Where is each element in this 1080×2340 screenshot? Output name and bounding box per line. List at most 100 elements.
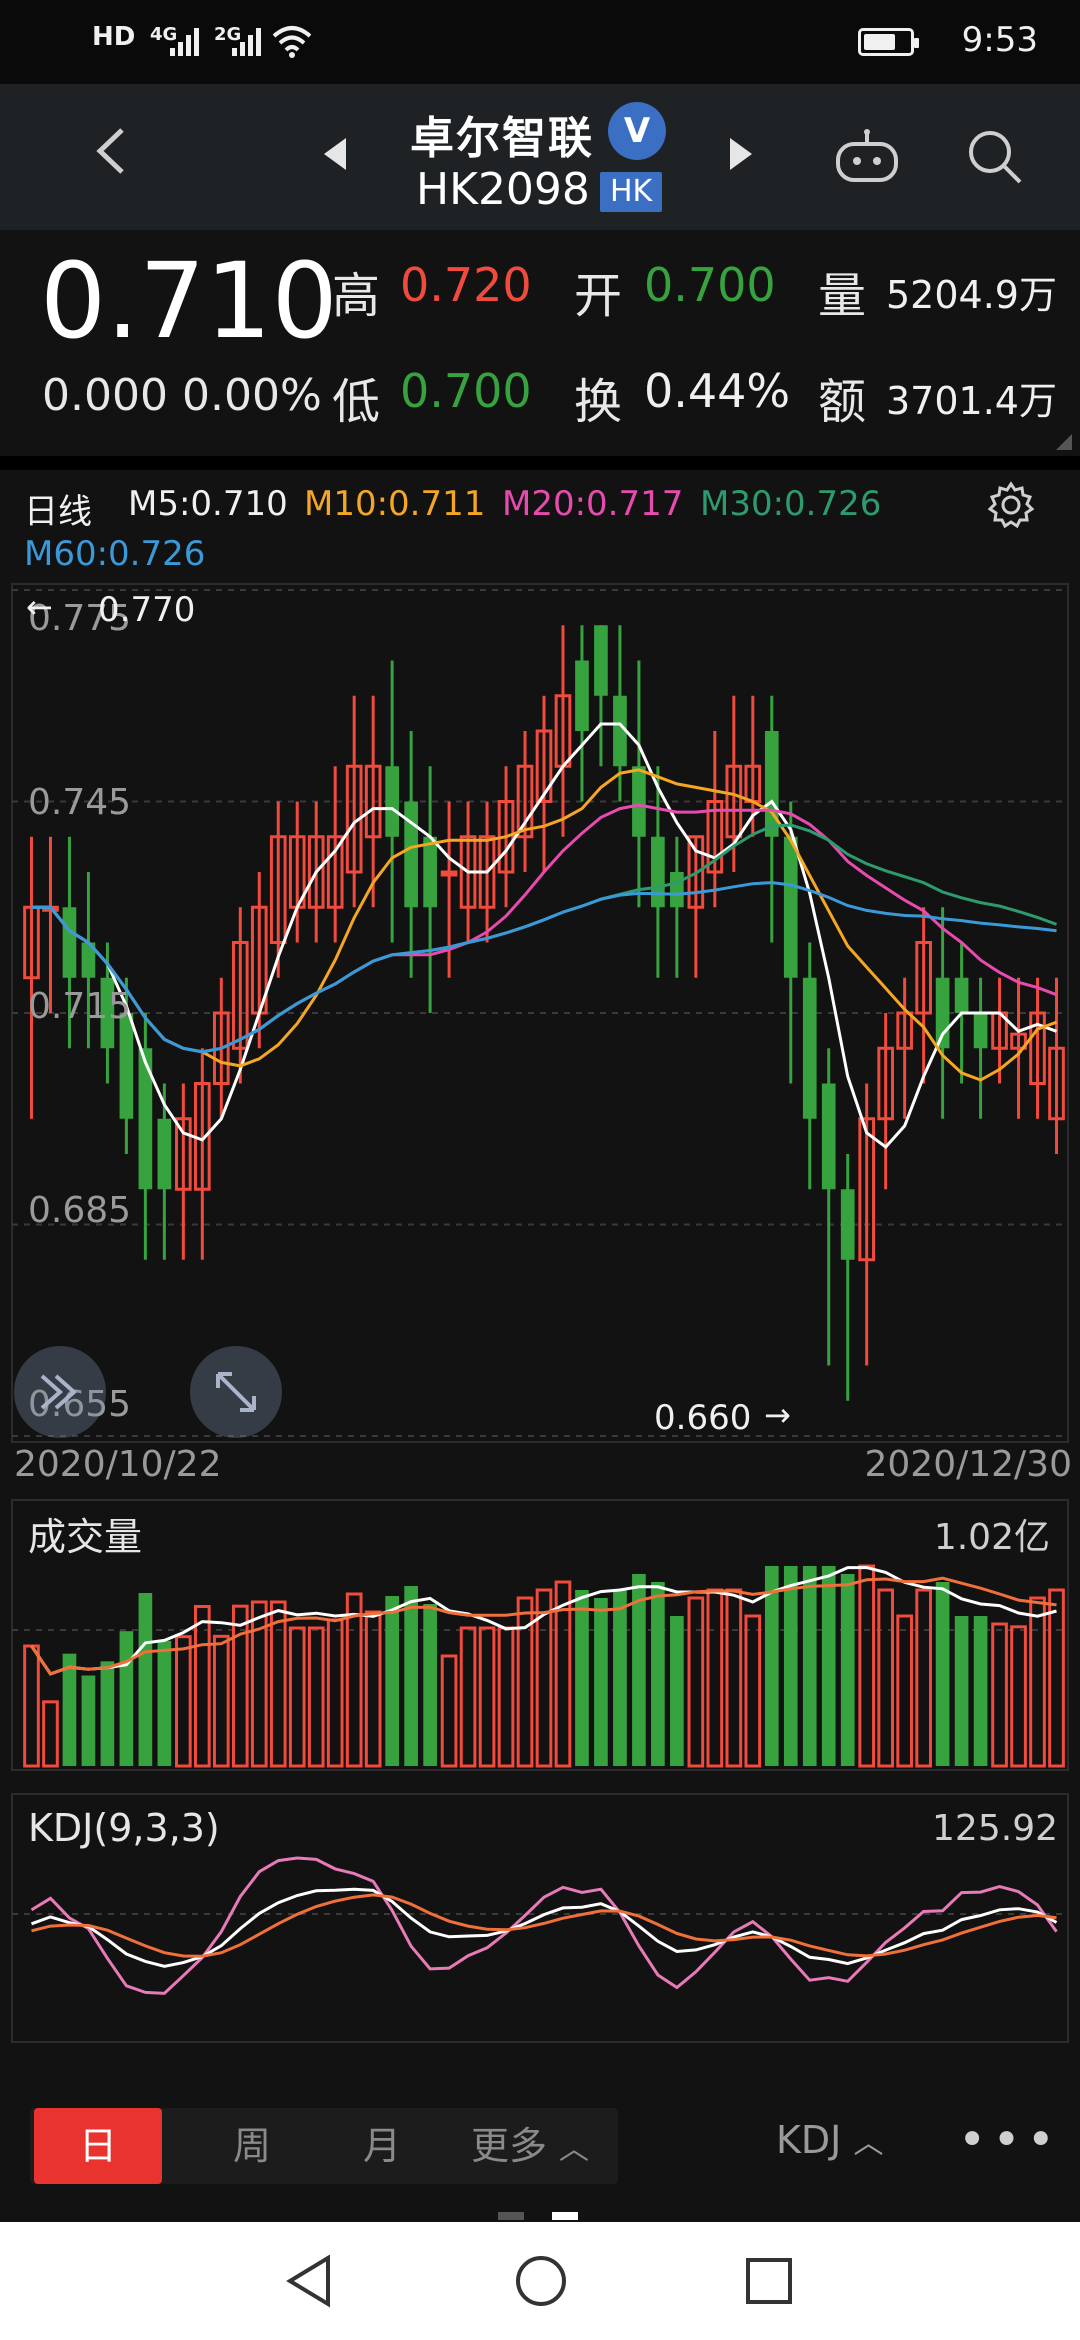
system-back-icon[interactable]	[284, 2254, 334, 2308]
settings-gear-icon[interactable]	[986, 480, 1036, 530]
more-options-icon[interactable]: •••	[958, 2112, 1061, 2168]
volume-bar-down	[651, 1582, 665, 1766]
volume-bar-up	[991, 1622, 1008, 1768]
price-change-pct: 0.00%	[182, 370, 322, 421]
y-tick-2: 0.715	[28, 986, 132, 1027]
ma5-value: M5:0.710	[128, 484, 288, 524]
period-label: 日线	[24, 492, 92, 532]
volume-bar-up	[858, 1564, 876, 1768]
high-label: 高	[332, 268, 381, 324]
kdj-j-line	[30, 1856, 1058, 1995]
high-value: 0.720	[400, 258, 532, 312]
expand-arrows-icon	[216, 1372, 256, 1412]
tab-day[interactable]: 日	[34, 2108, 162, 2184]
candle-body-down	[783, 836, 798, 978]
volume-bar-up	[42, 1700, 59, 1768]
ma60-value: M60:0.726	[24, 534, 206, 574]
system-navigation-bar	[0, 2222, 1080, 2340]
candle-body-down	[632, 766, 646, 837]
tab-week[interactable]: 周	[188, 2108, 316, 2184]
tab-month[interactable]: 月	[318, 2108, 446, 2184]
volume-bar-up	[23, 1644, 40, 1768]
candle-body-down	[157, 1118, 172, 1190]
system-recents-icon[interactable]	[744, 2256, 794, 2306]
volume-bar-up	[288, 1626, 306, 1768]
low-label: 低	[332, 374, 381, 430]
indicator-selector[interactable]: KDJ ︿	[776, 2118, 883, 2162]
volume-bar-up	[440, 1654, 458, 1768]
expand-corner-icon[interactable]	[1056, 434, 1072, 450]
double-chevron-icon	[40, 1374, 78, 1410]
volume-bar-up	[744, 1614, 762, 1768]
tab-more[interactable]: 更多 ︿	[450, 2108, 610, 2184]
amount-value: 3701.4万	[886, 379, 1057, 423]
fullscreen-button[interactable]	[190, 1346, 282, 1438]
volume-bar-down	[423, 1604, 437, 1766]
ma10-value: M10:0.711	[304, 484, 486, 524]
candle-body-down	[670, 872, 684, 908]
open-value: 0.700	[644, 258, 776, 312]
period-tabs: 日 周 月 更多 ︿	[30, 2108, 618, 2184]
collapse-panel-button[interactable]	[14, 1346, 106, 1438]
candle-body-up	[440, 870, 458, 877]
turnover-label: 换	[574, 374, 623, 430]
volume-ma10-line	[30, 1576, 1057, 1676]
volume-bar-down	[119, 1631, 134, 1766]
volume-bar-down	[954, 1616, 969, 1766]
volume-bar-up	[478, 1626, 496, 1768]
market-tag: HK	[600, 172, 663, 212]
quote-panel: 0.710 0.000 0.00% 高 0.720 低 0.700 开 0.70…	[0, 230, 1080, 456]
volume-bar-up	[896, 1614, 913, 1768]
volume-pane-title: 成交量	[28, 1515, 143, 1559]
volume-bar-down	[385, 1596, 399, 1766]
volume-max-label: 1.02亿	[933, 1517, 1050, 1558]
candle-body-down	[954, 977, 969, 1013]
volume-bar-down	[404, 1586, 418, 1766]
candle-body-down	[821, 1083, 836, 1190]
volume-bar-up	[459, 1626, 477, 1768]
volume-bar-up	[1029, 1596, 1046, 1768]
stock-header: 卓尔智联 V HK2098 HK	[0, 84, 1080, 230]
volume-bar-down	[157, 1640, 172, 1766]
search-icon[interactable]	[966, 128, 1024, 186]
candle-body-down	[119, 1013, 134, 1119]
candle-body-down	[973, 1013, 988, 1049]
end-date: 2020/12/30	[864, 1444, 1073, 1485]
volume-bar-up	[326, 1618, 344, 1768]
y-tick-3: 0.685	[28, 1190, 132, 1231]
low-marker-arrow: →	[764, 1396, 791, 1434]
candle-body-down	[840, 1189, 855, 1260]
low-value: 0.700	[400, 364, 532, 418]
robot-assistant-icon[interactable]	[834, 128, 900, 184]
volume-ma5-line	[30, 1566, 1057, 1676]
volume-bar-down	[81, 1675, 96, 1766]
volume-bar-down	[840, 1574, 855, 1766]
signal-icon-2	[232, 28, 261, 56]
volume-bar-up	[307, 1626, 325, 1768]
chevron-up-icon: ︿	[853, 2126, 884, 2161]
ma60-line	[31, 881, 1057, 1054]
stock-name: 卓尔智联	[410, 113, 594, 164]
high-marker-label: 0.770	[98, 590, 196, 630]
volume-bar-up	[269, 1600, 287, 1768]
ma-legend: 日线 M5:0.710 M10:0.711 M20:0.717 M30:0.72…	[0, 470, 1080, 580]
volume-value: 5204.9万	[886, 273, 1057, 317]
last-price: 0.710	[40, 240, 338, 362]
volume-bar-down	[594, 1598, 608, 1766]
page-indicator	[498, 2212, 524, 2220]
volume-bar-down	[935, 1582, 950, 1766]
back-arrow-icon[interactable]	[88, 126, 138, 176]
system-home-icon[interactable]	[514, 2254, 568, 2308]
volume-bar-up	[725, 1588, 743, 1768]
volume-bar-up	[212, 1634, 230, 1768]
previous-stock-icon[interactable]	[320, 136, 348, 172]
volume-bar-down	[670, 1616, 684, 1766]
volume-bar-up	[1010, 1625, 1027, 1768]
price-change: 0.000	[42, 370, 168, 421]
kdj-pane-title: KDJ(9,3,3)	[28, 1806, 220, 1850]
volume-bar-up	[175, 1635, 192, 1768]
ma20-value: M20:0.717	[502, 484, 684, 524]
low-marker-label: 0.660	[654, 1398, 752, 1438]
kdj-d-line	[31, 1893, 1057, 1958]
next-stock-icon[interactable]	[728, 136, 756, 172]
